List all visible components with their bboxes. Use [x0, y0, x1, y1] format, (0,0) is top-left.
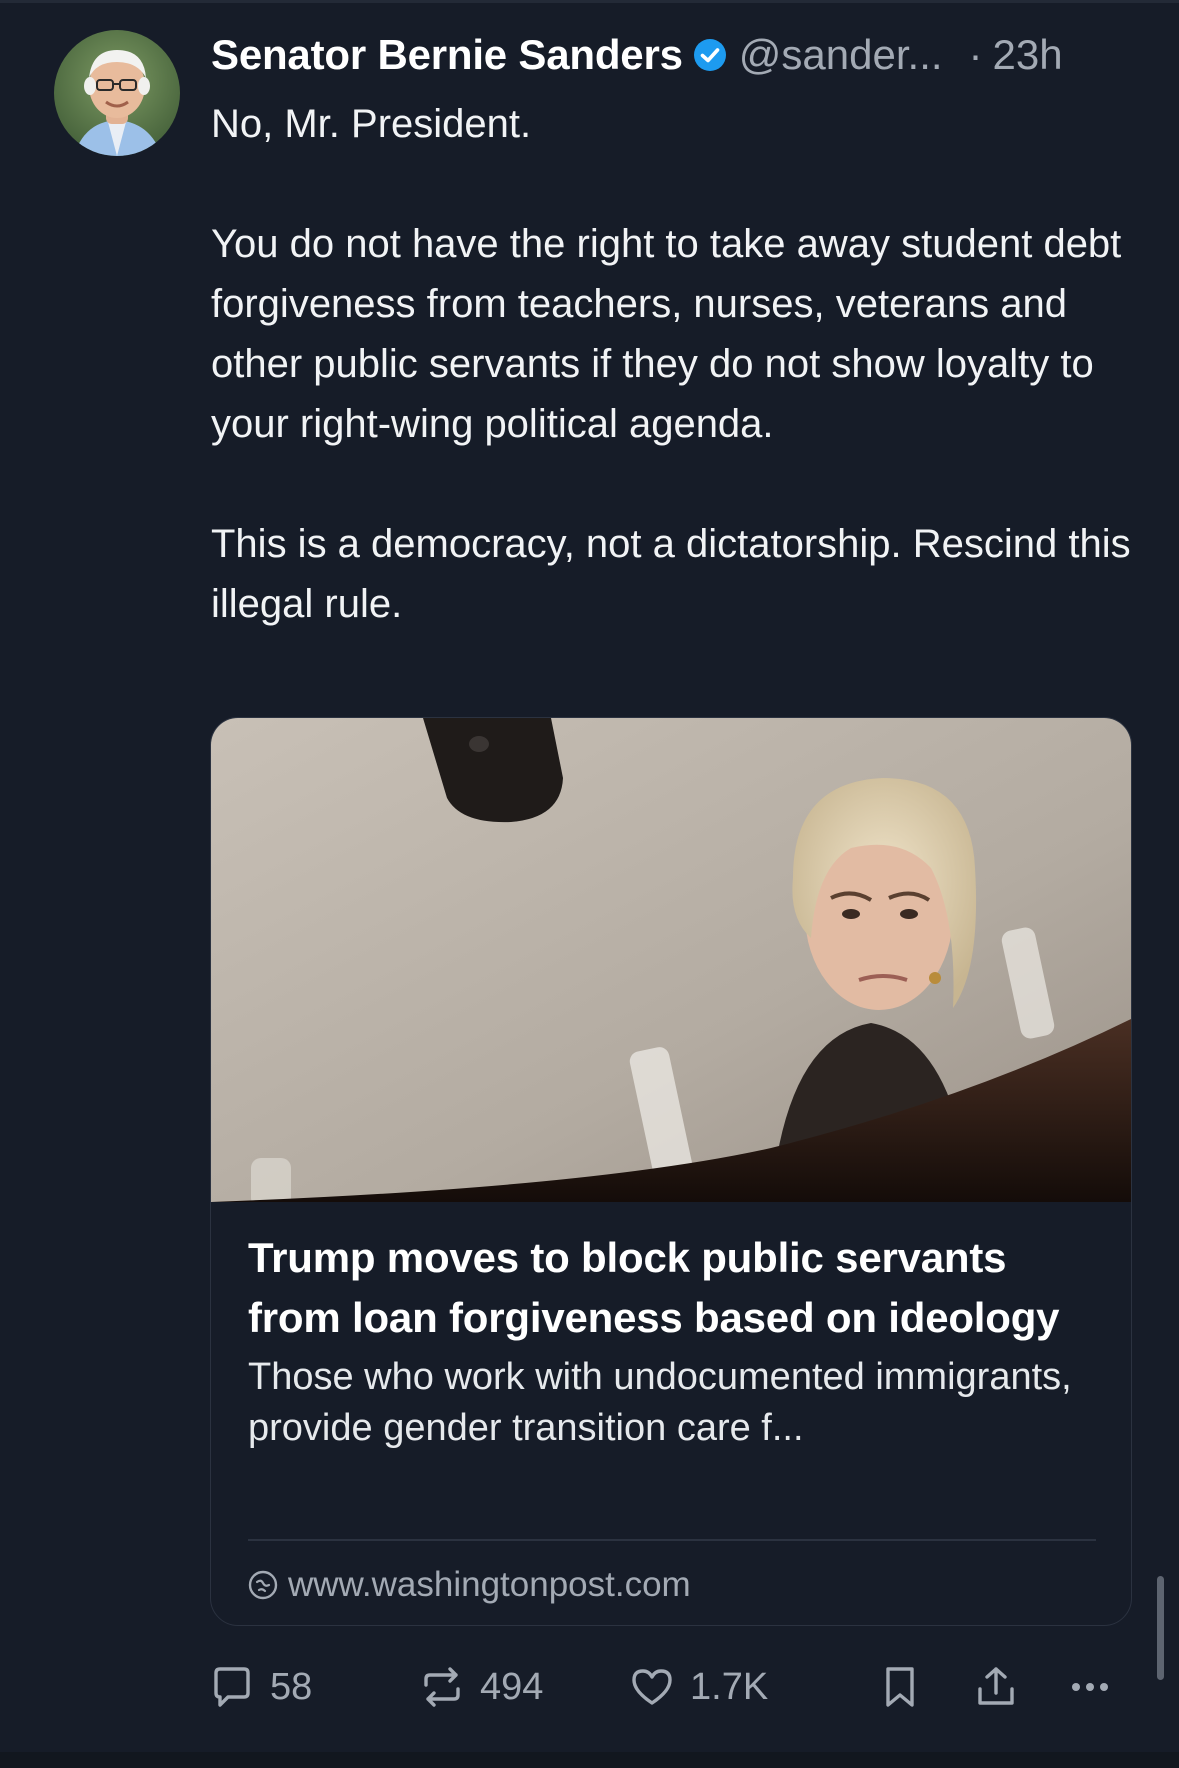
post-action-bar: 58 494 1.7K [0, 1655, 1179, 1719]
globe-link-icon [248, 1570, 278, 1600]
link-source-domain: www.washingtonpost.com [288, 1565, 691, 1604]
share-button[interactable] [972, 1655, 1020, 1719]
author-handle[interactable]: @sander... [739, 31, 943, 79]
link-preview-card[interactable]: Trump moves to block public servants fro… [210, 717, 1132, 1626]
heart-icon [632, 1669, 672, 1705]
link-description: Those who work with undocumented immigra… [248, 1356, 1072, 1449]
post-header: Senator Bernie Sanders @sander... · 23h [211, 24, 1136, 86]
bookmark-icon [886, 1667, 914, 1707]
post-paragraph: No, Mr. President. [211, 102, 532, 146]
like-count: 1.7K [690, 1665, 769, 1708]
scrollbar-thumb[interactable] [1157, 1576, 1164, 1680]
repost-count: 494 [480, 1665, 544, 1708]
reply-count: 58 [270, 1665, 313, 1708]
link-title[interactable]: Trump moves to block public servants fro… [248, 1228, 1108, 1348]
link-preview-image[interactable] [211, 718, 1131, 1202]
like-button[interactable]: 1.7K [628, 1655, 768, 1719]
post-timestamp[interactable]: 23h [993, 31, 1063, 79]
bookmark-button[interactable] [876, 1655, 924, 1719]
reply-button[interactable]: 58 [208, 1655, 312, 1719]
link-source[interactable]: www.washingtonpost.com [248, 1560, 691, 1610]
post-paragraph: You do not have the right to take away s… [211, 222, 1122, 446]
ellipsis-icon [1072, 1683, 1108, 1691]
post-paragraph: This is a democracy, not a dictatorship.… [211, 522, 1131, 626]
speech-bubble-icon [214, 1667, 250, 1707]
card-divider [248, 1539, 1096, 1541]
repost-button[interactable]: 494 [418, 1655, 543, 1719]
author-avatar[interactable] [54, 30, 180, 156]
share-upload-icon [978, 1667, 1014, 1705]
more-options-button[interactable] [1066, 1655, 1114, 1719]
bottom-divider [0, 1752, 1179, 1768]
repost-arrows-icon [424, 1667, 460, 1707]
post-text: No, Mr. President. You do not have the r… [211, 94, 1141, 634]
header-separator: · [968, 31, 983, 78]
author-name[interactable]: Senator Bernie Sanders [211, 31, 683, 79]
link-preview-text: Trump moves to block public servants fro… [248, 1228, 1108, 1454]
top-divider [0, 0, 1179, 3]
verified-badge-icon [693, 39, 726, 71]
